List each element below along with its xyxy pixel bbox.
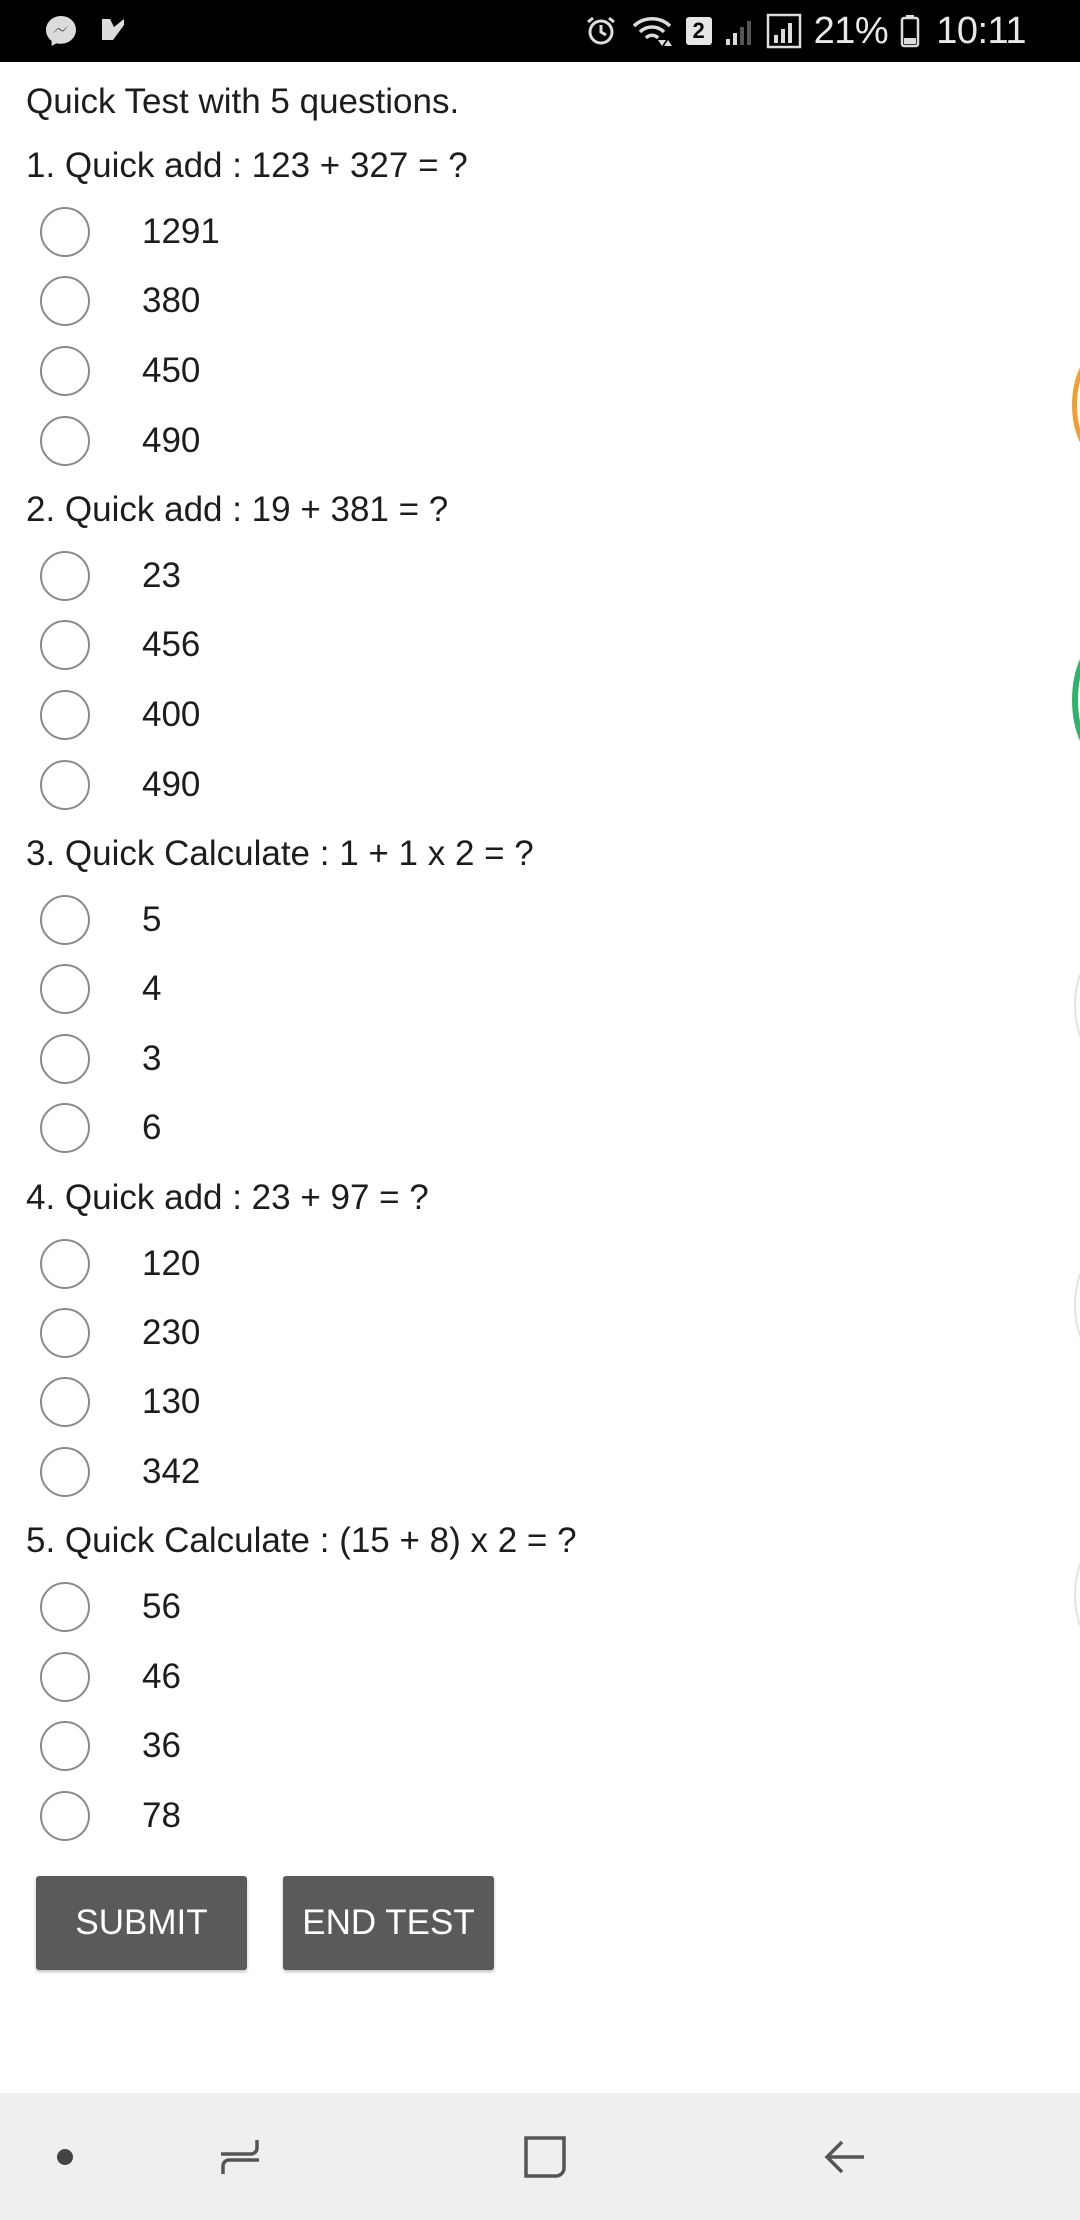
status-bar: 2 21% 10:11 [0,0,1080,62]
option-q4-b[interactable]: 230 [40,1305,200,1361]
edge-floating-grey-3[interactable] [1074,1540,1080,1650]
option-q2-d[interactable]: 490 [40,757,200,813]
signal-icon [766,13,802,49]
option-label: 4 [142,969,162,1008]
recent-apps-icon[interactable] [200,2093,280,2220]
option-label: 130 [142,1382,201,1421]
question-2: 2. Quick add : 19 + 381 = ? [26,490,449,529]
radio-button[interactable] [40,895,90,945]
radio-button[interactable] [40,1652,90,1702]
radio-button[interactable] [40,551,90,601]
option-label: 120 [142,1244,201,1283]
radio-button[interactable] [40,416,90,466]
question-1: 1. Quick add : 123 + 327 = ? [26,146,468,185]
radio-button[interactable] [40,690,90,740]
option-q5-a[interactable]: 56 [40,1579,181,1635]
edge-floating-green[interactable] [1072,640,1080,760]
notification-check-icon [98,16,128,46]
question-4: 4. Quick add : 23 + 97 = ? [26,1178,429,1217]
option-label: 1291 [142,212,220,251]
radio-button[interactable] [40,1308,90,1358]
radio-button[interactable] [40,1239,90,1289]
end-test-button[interactable]: END TEST [283,1876,494,1970]
question-3: 3. Quick Calculate : 1 + 1 x 2 = ? [26,834,534,873]
option-q1-b[interactable]: 380 [40,273,200,329]
signal-weak-icon [724,15,754,47]
radio-button[interactable] [40,1791,90,1841]
option-q3-a[interactable]: 5 [40,892,161,948]
edge-floating-grey-2[interactable] [1074,1250,1080,1360]
option-q1-a[interactable]: 1291 [40,204,220,260]
battery-percent: 21% [813,9,889,52]
radio-button[interactable] [40,1582,90,1632]
radio-button[interactable] [40,1034,90,1084]
option-q1-c[interactable]: 450 [40,343,200,399]
option-q2-a[interactable]: 23 [40,548,181,604]
option-q3-b[interactable]: 4 [40,961,161,1017]
back-icon[interactable] [805,2093,885,2220]
option-q5-b[interactable]: 46 [40,1649,181,1705]
option-label: 456 [142,625,201,664]
radio-button[interactable] [40,1103,90,1153]
home-icon[interactable] [505,2093,585,2220]
wifi-icon [630,14,674,48]
edge-floating-grey-1[interactable] [1074,950,1080,1060]
option-label: 78 [142,1796,181,1835]
radio-button[interactable] [40,207,90,257]
radio-button[interactable] [40,760,90,810]
option-label: 380 [142,281,201,320]
option-q4-c[interactable]: 130 [40,1374,200,1430]
radio-button[interactable] [40,1377,90,1427]
battery-icon [900,14,920,48]
option-label: 23 [142,556,181,595]
option-q5-d[interactable]: 78 [40,1788,181,1844]
option-q5-c[interactable]: 36 [40,1718,181,1774]
option-label: 400 [142,695,201,734]
option-label: 342 [142,1452,201,1491]
option-q4-a[interactable]: 120 [40,1236,200,1292]
sim-2-icon: 2 [685,17,712,45]
question-5: 5. Quick Calculate : (15 + 8) x 2 = ? [26,1521,577,1560]
edge-floating-orange[interactable] [1072,350,1080,460]
radio-button[interactable] [40,620,90,670]
dot-icon[interactable] [30,2093,100,2220]
option-label: 36 [142,1726,181,1765]
option-q4-d[interactable]: 342 [40,1444,200,1500]
option-q2-b[interactable]: 456 [40,617,200,673]
option-q2-c[interactable]: 400 [40,687,200,743]
option-label: 46 [142,1657,181,1696]
option-label: 490 [142,765,201,804]
clock: 10:11 [936,9,1026,52]
option-label: 5 [142,900,162,939]
radio-button[interactable] [40,964,90,1014]
radio-button[interactable] [40,1447,90,1497]
submit-button[interactable]: SUBMIT [36,1876,247,1970]
radio-button[interactable] [40,276,90,326]
option-label: 230 [142,1313,201,1352]
option-label: 56 [142,1587,181,1626]
option-q3-c[interactable]: 3 [40,1031,161,1087]
messenger-icon [44,14,78,48]
option-label: 3 [142,1039,162,1078]
option-q3-d[interactable]: 6 [40,1100,161,1156]
radio-button[interactable] [40,346,90,396]
option-label: 6 [142,1108,162,1147]
quiz-intro: Quick Test with 5 questions. [26,82,460,121]
navigation-bar [0,2093,1080,2220]
option-label: 450 [142,351,201,390]
option-q1-d[interactable]: 490 [40,413,200,469]
option-label: 490 [142,421,201,460]
radio-button[interactable] [40,1721,90,1771]
alarm-icon [584,14,618,48]
